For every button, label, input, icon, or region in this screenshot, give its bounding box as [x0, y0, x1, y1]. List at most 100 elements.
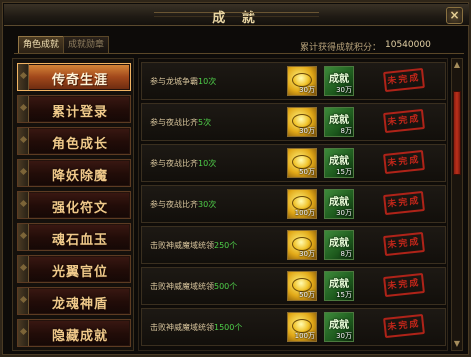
- category-label: 强化符文: [51, 201, 108, 216]
- category-ornament-icon: [18, 128, 29, 154]
- category-label: 龙魂神盾: [51, 297, 108, 312]
- points-qty: 15万: [336, 168, 352, 176]
- gold-reward-qty: 100万: [294, 209, 315, 217]
- category-dragon-shield[interactable]: 龙魂神盾: [17, 287, 131, 315]
- achievement-count: 500: [214, 282, 230, 291]
- gold-reward-icon[interactable]: 100万: [287, 189, 317, 219]
- achievement-count: 10: [198, 77, 209, 86]
- title-ornament-right: [229, 12, 319, 17]
- achievement-count: 10: [198, 159, 209, 168]
- category-label: 传奇生涯: [51, 73, 108, 88]
- achievement-description: 参与夜战比齐10次: [150, 159, 217, 168]
- points-label: 成就: [329, 320, 349, 331]
- category-ornament-icon: [18, 160, 29, 186]
- status-stamp: 未完成: [383, 272, 425, 298]
- points-label: 成就: [329, 238, 349, 249]
- category-soulstone[interactable]: 魂石血玉: [17, 223, 131, 251]
- category-legend-career[interactable]: 传奇生涯: [17, 63, 131, 91]
- category-label: 降妖除魔: [51, 169, 108, 184]
- achievement-points-icon[interactable]: 成就 15万: [324, 271, 354, 301]
- achievement-row: 参与夜战比齐10次 50万 成就 15万 未完成: [141, 144, 446, 182]
- points-label: 成就: [329, 156, 349, 167]
- achievement-row: 击败神威魔域统领250个 30万 成就 8万 未完成: [141, 226, 446, 264]
- tab-character-achievements[interactable]: 角色成就: [18, 36, 64, 54]
- points-label: 成就: [329, 279, 349, 290]
- status-stamp: 未完成: [383, 67, 425, 93]
- score-label: 累计获得成就积分：: [300, 43, 382, 53]
- achievement-points-icon[interactable]: 成就 30万: [324, 66, 354, 96]
- gold-reward-icon[interactable]: 30万: [287, 66, 317, 96]
- achievement-window: 成 就 × 角色成就 成就勋章 累计获得成就积分： 10540000 传奇生涯 …: [0, 0, 471, 357]
- achievement-description: 参与夜战比齐5次: [150, 118, 212, 127]
- status-stamp: 未完成: [383, 190, 425, 216]
- gold-reward-qty: 50万: [299, 291, 315, 299]
- status-stamp: 未完成: [383, 149, 425, 175]
- points-qty: 15万: [336, 291, 352, 299]
- gold-reward-icon[interactable]: 30万: [287, 107, 317, 137]
- category-ornament-icon: [18, 192, 29, 218]
- achievement-row: 击败神威魔域统领500个 50万 成就 15万 未完成: [141, 267, 446, 305]
- gold-reward-icon[interactable]: 50万: [287, 271, 317, 301]
- gold-reward-qty: 30万: [299, 127, 315, 135]
- gold-reward-qty: 30万: [299, 250, 315, 258]
- category-label: 光翼官位: [51, 265, 108, 280]
- category-login[interactable]: 累计登录: [17, 95, 131, 123]
- status-stamp: 未完成: [383, 313, 425, 339]
- gold-reward-icon[interactable]: 100万: [287, 312, 317, 342]
- category-label: 角色成长: [51, 137, 108, 152]
- achievement-description: 击败神威魔域统领1500个: [150, 323, 243, 332]
- tab-achievement-medals[interactable]: 成就勋章: [63, 36, 109, 54]
- category-hidden[interactable]: 隐藏成就: [17, 319, 131, 347]
- category-ornament-icon: [18, 64, 29, 90]
- category-rune[interactable]: 强化符文: [17, 191, 131, 219]
- title-bar[interactable]: 成 就 ×: [4, 4, 469, 26]
- category-wings-rank[interactable]: 光翼官位: [17, 255, 131, 283]
- achievement-description: 参与龙城争霸10次: [150, 77, 217, 86]
- achievement-points-icon[interactable]: 成就 30万: [324, 189, 354, 219]
- achievement-points-icon[interactable]: 成就 15万: [324, 148, 354, 178]
- category-ornament-icon: [18, 96, 29, 122]
- status-stamp: 未完成: [383, 108, 425, 134]
- gold-reward-icon[interactable]: 50万: [287, 148, 317, 178]
- achievement-row: 击败神威魔域统领1500个 100万 成就 30万 未完成: [141, 308, 446, 346]
- category-demon-slaying[interactable]: 降妖除魔: [17, 159, 131, 187]
- achievement-row: 参与龙城争霸10次 30万 成就 30万 未完成: [141, 62, 446, 100]
- achievement-points-icon[interactable]: 成就 8万: [324, 230, 354, 260]
- category-label: 累计登录: [51, 105, 108, 120]
- category-ornament-icon: [18, 224, 29, 250]
- achievement-row: 参与夜战比齐5次 30万 成就 8万 未完成: [141, 103, 446, 141]
- achievement-count: 1500: [214, 323, 235, 332]
- points-qty: 8万: [340, 250, 352, 258]
- scroll-thumb[interactable]: [453, 91, 461, 175]
- achievement-points-icon[interactable]: 成就 8万: [324, 107, 354, 137]
- category-growth[interactable]: 角色成长: [17, 127, 131, 155]
- points-qty: 30万: [336, 86, 352, 94]
- points-label: 成就: [329, 197, 349, 208]
- category-label: 隐藏成就: [51, 329, 108, 344]
- gold-reward-qty: 50万: [299, 168, 315, 176]
- gold-reward-qty: 30万: [299, 86, 315, 94]
- achievement-description: 参与夜战比齐30次: [150, 200, 217, 209]
- points-qty: 30万: [336, 209, 352, 217]
- achievement-count: 30: [198, 200, 209, 209]
- points-qty: 8万: [340, 127, 352, 135]
- points-label: 成就: [329, 115, 349, 126]
- gold-reward-icon[interactable]: 30万: [287, 230, 317, 260]
- score-value: 10540000: [385, 40, 431, 50]
- status-stamp: 未完成: [383, 231, 425, 257]
- scroll-down-arrow-icon[interactable]: ▼: [453, 339, 461, 349]
- category-ornament-icon: [18, 320, 29, 346]
- achievement-points-icon[interactable]: 成就 30万: [324, 312, 354, 342]
- list-scrollbar[interactable]: ▲ ▼: [451, 58, 463, 351]
- achievement-count: 250: [214, 241, 230, 250]
- points-qty: 30万: [336, 332, 352, 340]
- achievement-list: 参与龙城争霸10次 30万 成就 30万 未完成 参与夜战比齐5次 30万 成就 8…: [138, 58, 448, 351]
- achievement-row: 参与夜战比齐30次 100万 成就 30万 未完成: [141, 185, 446, 223]
- points-label: 成就: [329, 74, 349, 85]
- category-sidebar: 传奇生涯 累计登录 角色成长 降妖除魔 强化符文 魂石血玉 光翼官位 龙魂神盾: [12, 58, 134, 351]
- gold-reward-qty: 100万: [294, 332, 315, 340]
- achievement-description: 击败神威魔域统领250个: [150, 241, 238, 250]
- close-button[interactable]: ×: [446, 7, 463, 24]
- scroll-up-arrow-icon[interactable]: ▲: [453, 60, 461, 70]
- category-label: 魂石血玉: [51, 233, 108, 248]
